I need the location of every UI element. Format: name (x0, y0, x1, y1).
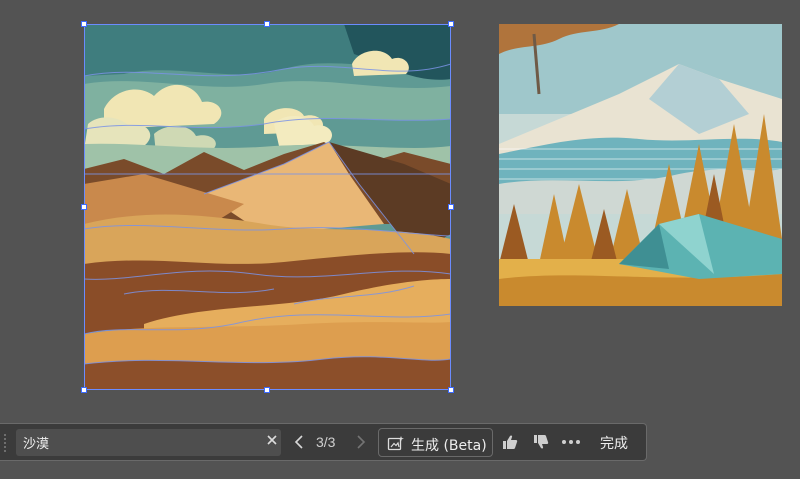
resize-handle-top-left[interactable] (81, 21, 87, 27)
variation-counter: 3/3 (316, 434, 336, 450)
chevron-left-icon[interactable] (293, 434, 305, 450)
done-button[interactable]: 完成 (600, 433, 628, 453)
contextual-task-bar: 3/3 生成 (Beta) 完 (0, 423, 647, 461)
drag-handle-icon[interactable] (2, 432, 8, 452)
generate-button-label: 生成 (Beta) (411, 438, 487, 454)
close-icon[interactable] (266, 433, 278, 445)
resize-handle-middle-left[interactable] (81, 204, 87, 210)
resize-handle-top-right[interactable] (448, 21, 454, 27)
more-options-icon[interactable] (561, 434, 581, 450)
thumbs-up-icon[interactable] (501, 433, 519, 451)
resize-handle-top-center[interactable] (264, 21, 270, 27)
prompt-input[interactable] (16, 429, 256, 456)
resize-handle-bottom-center[interactable] (264, 387, 270, 393)
resize-handle-bottom-right[interactable] (448, 387, 454, 393)
desert-artwork[interactable] (84, 24, 451, 390)
resize-handle-middle-right[interactable] (448, 204, 454, 210)
canvas-area[interactable] (0, 0, 800, 420)
generate-image-icon (387, 435, 405, 451)
prompt-field[interactable] (16, 429, 281, 456)
thumbs-down-icon[interactable] (532, 433, 550, 451)
chevron-right-icon[interactable] (355, 434, 367, 450)
generate-button[interactable]: 生成 (Beta) (378, 428, 493, 457)
camping-artwork[interactable] (499, 24, 782, 306)
resize-handle-bottom-left[interactable] (81, 387, 87, 393)
